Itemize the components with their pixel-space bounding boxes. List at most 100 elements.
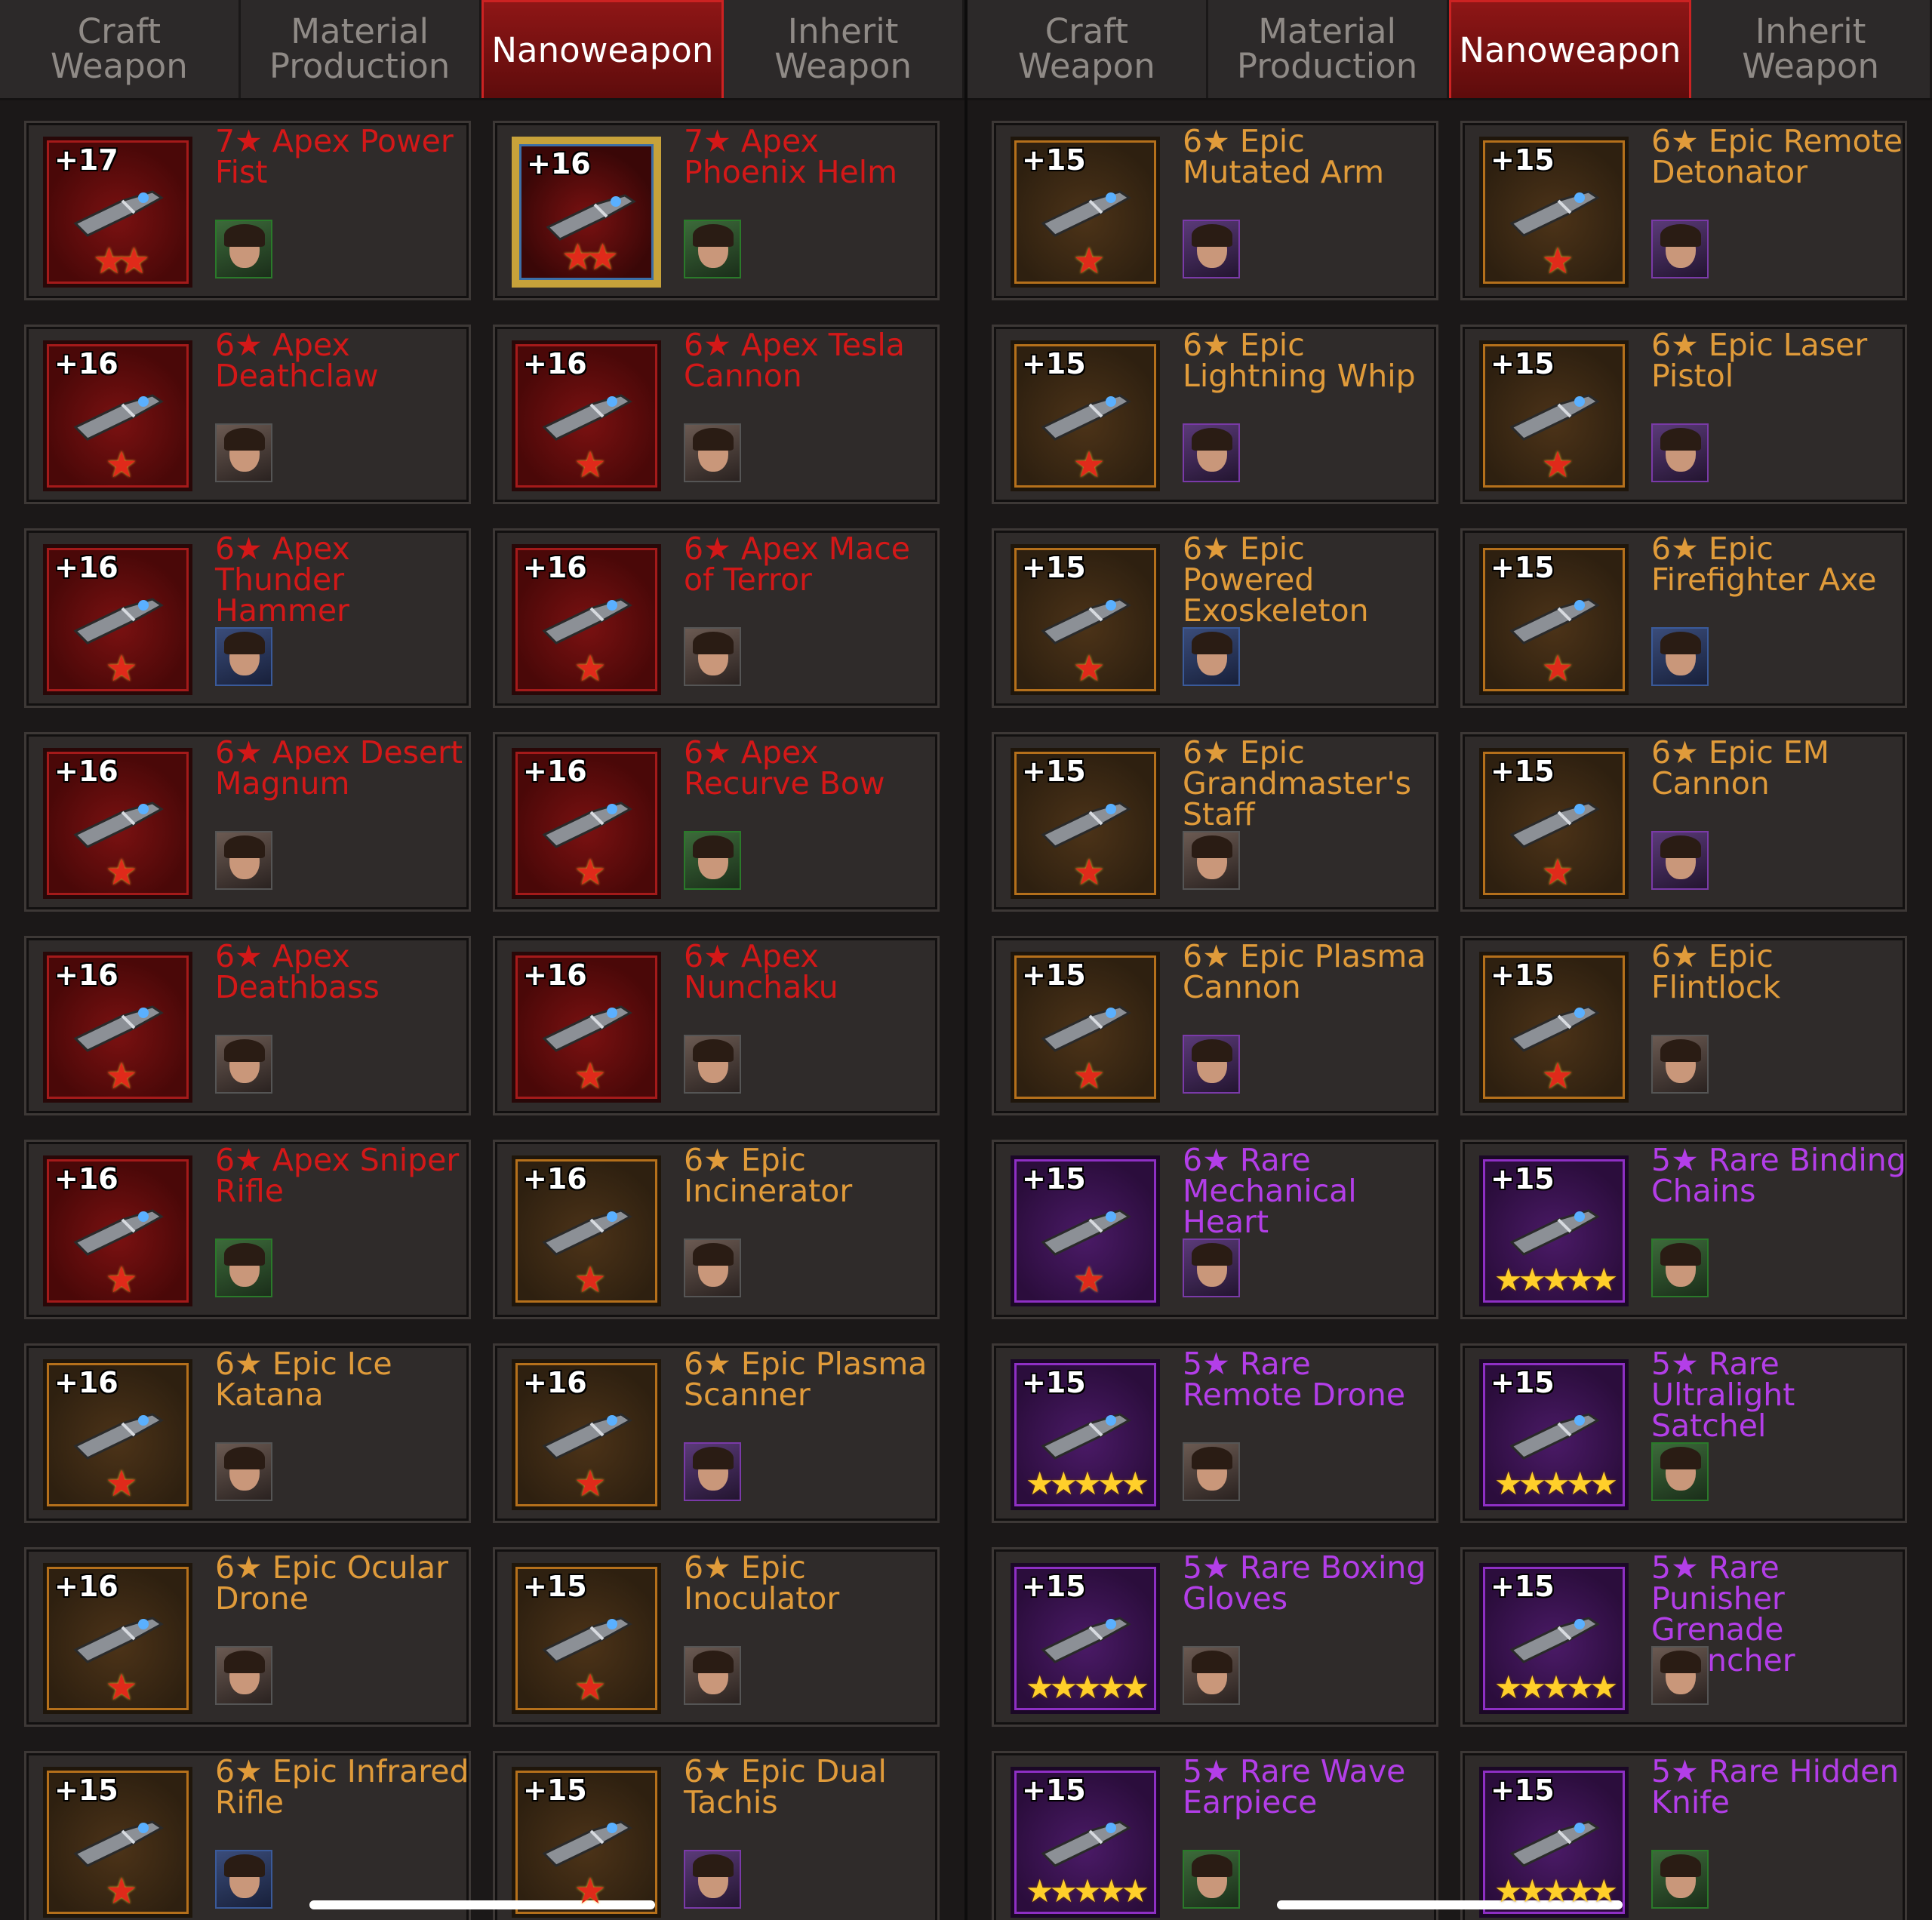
weapon-icon-frame[interactable]: +15 ★: [1479, 544, 1629, 695]
tab-craft-weapon[interactable]: Craft Weapon: [0, 0, 241, 98]
weapon-card[interactable]: +15 ★ 6★ Rare Mechanical Heart: [992, 1140, 1438, 1319]
weapon-icon-frame[interactable]: +15 ★: [1011, 340, 1160, 491]
weapon-icon-frame[interactable]: +15 ★: [1011, 748, 1160, 899]
weapon-card[interactable]: +16 ★ 6★ Epic Ice Katana: [24, 1343, 471, 1523]
hero-avatar[interactable]: [684, 1238, 741, 1297]
tab-material-production[interactable]: Material Production: [241, 0, 481, 98]
tab-craft-weapon[interactable]: Craft Weapon: [968, 0, 1208, 98]
weapon-card[interactable]: +16 ★ 6★ Epic Plasma Scanner: [493, 1343, 940, 1523]
weapon-card[interactable]: +15 ★★★★★ 5★ Rare Hidden Knife: [1460, 1751, 1907, 1920]
hero-avatar[interactable]: [1183, 1850, 1240, 1909]
weapon-card[interactable]: +16 ★ 6★ Apex Recurve Bow: [493, 732, 940, 912]
weapon-icon-frame[interactable]: +16 ★: [512, 544, 661, 695]
weapon-card[interactable]: +15 ★ 6★ Epic Grandmaster's Staff: [992, 732, 1438, 912]
hero-avatar[interactable]: [1651, 1850, 1709, 1909]
hero-avatar[interactable]: [1183, 1442, 1240, 1501]
weapon-card[interactable]: +15 ★ 6★ Epic Inoculator: [493, 1547, 940, 1727]
weapon-icon-frame[interactable]: +15 ★: [512, 1563, 661, 1714]
hero-avatar[interactable]: [215, 831, 272, 890]
weapon-icon-frame[interactable]: +15 ★: [1011, 1155, 1160, 1306]
weapon-icon-frame[interactable]: +15 ★★★★★: [1479, 1767, 1629, 1918]
weapon-card[interactable]: +15 ★ 6★ Epic Powered Exoskeleton: [992, 528, 1438, 708]
hero-avatar[interactable]: [215, 1850, 272, 1909]
weapon-icon-frame[interactable]: +16 ★: [512, 748, 661, 899]
weapon-card[interactable]: +16 ★ 6★ Apex Thunder Hammer: [24, 528, 471, 708]
weapon-card[interactable]: +16 ★ 6★ Apex Tesla Cannon: [493, 325, 940, 504]
weapon-icon-frame[interactable]: +16 ★: [512, 1359, 661, 1510]
hero-avatar[interactable]: [684, 1442, 741, 1501]
hero-avatar[interactable]: [215, 1035, 272, 1094]
weapon-card[interactable]: +15 ★ 6★ Epic Laser Pistol: [1460, 325, 1907, 504]
weapon-card[interactable]: +15 ★ 6★ Epic Plasma Cannon: [992, 936, 1438, 1115]
hero-avatar[interactable]: [1183, 831, 1240, 890]
weapon-card[interactable]: +15 ★ 6★ Epic Dual Tachis: [493, 1751, 940, 1920]
weapon-icon-frame[interactable]: +16 ★: [43, 340, 192, 491]
hero-avatar[interactable]: [684, 423, 741, 482]
weapon-card[interactable]: +15 ★★★★★ 5★ Rare Binding Chains: [1460, 1140, 1907, 1319]
tab-nanoweapon[interactable]: Nanoweapon: [481, 0, 724, 98]
hero-avatar[interactable]: [684, 1850, 741, 1909]
weapon-icon-frame[interactable]: +15 ★: [1479, 952, 1629, 1103]
hero-avatar[interactable]: [1651, 1035, 1709, 1094]
weapon-icon-frame[interactable]: +15 ★: [1479, 340, 1629, 491]
weapon-card[interactable]: +15 ★ 6★ Epic EM Cannon: [1460, 732, 1907, 912]
weapon-card[interactable]: +17 ★★ 7★ Apex Power Fist: [24, 121, 471, 300]
hero-avatar[interactable]: [215, 220, 272, 278]
hero-avatar[interactable]: [215, 1238, 272, 1297]
hero-avatar[interactable]: [1651, 627, 1709, 686]
weapon-card[interactable]: +15 ★ 6★ Epic Firefighter Axe: [1460, 528, 1907, 708]
hero-avatar[interactable]: [1651, 1238, 1709, 1297]
weapon-card[interactable]: +16 ★ 6★ Epic Ocular Drone: [24, 1547, 471, 1727]
weapon-icon-frame[interactable]: +15 ★: [1479, 137, 1629, 288]
weapon-card[interactable]: +16 ★ 6★ Apex Desert Magnum: [24, 732, 471, 912]
weapon-card[interactable]: +15 ★★★★★ 5★ Rare Ultralight Satchel: [1460, 1343, 1907, 1523]
weapon-icon-frame[interactable]: +15 ★: [1479, 748, 1629, 899]
hero-avatar[interactable]: [1651, 220, 1709, 278]
weapon-card[interactable]: +15 ★★★★★ 5★ Rare Punisher Grenade Launche…: [1460, 1547, 1907, 1727]
weapon-card[interactable]: +15 ★ 6★ Epic Infrared Rifle: [24, 1751, 471, 1920]
weapon-icon-frame[interactable]: +15 ★: [512, 1767, 661, 1918]
weapon-card[interactable]: +16 ★ 6★ Apex Deathbass: [24, 936, 471, 1115]
weapon-icon-frame[interactable]: +15 ★★★★★: [1011, 1359, 1160, 1510]
weapon-icon-frame[interactable]: +16 ★: [512, 952, 661, 1103]
weapon-card[interactable]: +16 ★ 6★ Apex Nunchaku: [493, 936, 940, 1115]
hero-avatar[interactable]: [1183, 627, 1240, 686]
tab-inherit-weapon[interactable]: Inherit Weapon: [1691, 0, 1932, 98]
weapon-icon-frame[interactable]: +16 ★★: [512, 137, 661, 288]
weapon-icon-frame[interactable]: +16 ★: [43, 544, 192, 695]
weapon-card[interactable]: +15 ★ 6★ Epic Flintlock: [1460, 936, 1907, 1115]
hero-avatar[interactable]: [684, 1035, 741, 1094]
hero-avatar[interactable]: [215, 1442, 272, 1501]
hero-avatar[interactable]: [1651, 1442, 1709, 1501]
hero-avatar[interactable]: [1183, 1646, 1240, 1705]
weapon-icon-frame[interactable]: +16 ★: [43, 952, 192, 1103]
hero-avatar[interactable]: [1183, 220, 1240, 278]
hero-avatar[interactable]: [1183, 1238, 1240, 1297]
weapon-icon-frame[interactable]: +15 ★★★★★: [1011, 1563, 1160, 1714]
weapon-card[interactable]: +15 ★★★★★ 5★ Rare Wave Earpiece: [992, 1751, 1438, 1920]
weapon-icon-frame[interactable]: +15 ★★★★★: [1479, 1563, 1629, 1714]
weapon-card[interactable]: +15 ★ 6★ Epic Mutated Arm: [992, 121, 1438, 300]
weapon-card[interactable]: +16 ★ 6★ Apex Deathclaw: [24, 325, 471, 504]
hero-avatar[interactable]: [1651, 831, 1709, 890]
hero-avatar[interactable]: [684, 831, 741, 890]
weapon-card[interactable]: +15 ★ 6★ Epic Remote Detonator: [1460, 121, 1907, 300]
weapon-icon-frame[interactable]: +15 ★: [1011, 952, 1160, 1103]
weapon-icon-frame[interactable]: +16 ★: [512, 1155, 661, 1306]
weapon-card[interactable]: +15 ★★★★★ 5★ Rare Remote Drone: [992, 1343, 1438, 1523]
hero-avatar[interactable]: [215, 1646, 272, 1705]
weapon-icon-frame[interactable]: +17 ★★: [43, 137, 192, 288]
hero-avatar[interactable]: [684, 220, 741, 278]
weapon-icon-frame[interactable]: +16 ★: [512, 340, 661, 491]
hero-avatar[interactable]: [684, 1646, 741, 1705]
weapon-icon-frame[interactable]: +15 ★★★★★: [1479, 1155, 1629, 1306]
tab-nanoweapon[interactable]: Nanoweapon: [1448, 0, 1692, 98]
weapon-icon-frame[interactable]: +15 ★: [1011, 544, 1160, 695]
weapon-icon-frame[interactable]: +16 ★: [43, 748, 192, 899]
weapon-card[interactable]: +16 ★★ 7★ Apex Phoenix Helm: [493, 121, 940, 300]
hero-avatar[interactable]: [1651, 1646, 1709, 1705]
weapon-card[interactable]: +15 ★ 6★ Epic Lightning Whip: [992, 325, 1438, 504]
weapon-card[interactable]: +16 ★ 6★ Epic Incinerator: [493, 1140, 940, 1319]
weapon-icon-frame[interactable]: +15 ★: [43, 1767, 192, 1918]
weapon-card[interactable]: +16 ★ 6★ Apex Mace of Terror: [493, 528, 940, 708]
